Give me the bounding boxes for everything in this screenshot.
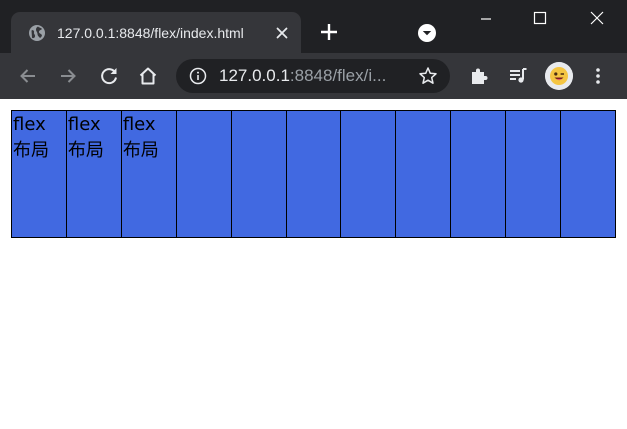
reload-icon[interactable] bbox=[97, 64, 121, 88]
back-arrow-icon[interactable] bbox=[16, 64, 40, 88]
box-text-line: 布局 bbox=[67, 140, 104, 161]
box-text-line: flex bbox=[13, 114, 46, 135]
tab-search-icon[interactable] bbox=[417, 23, 437, 43]
address-bar[interactable]: 127.0.0.1:8848/flex/i... bbox=[176, 59, 450, 93]
tab-title: 127.0.0.1:8848/flex/index.html bbox=[57, 25, 244, 41]
profile-avatar[interactable] bbox=[545, 62, 573, 90]
box-text-line: flex bbox=[122, 114, 156, 135]
browser-tab[interactable]: 127.0.0.1:8848/flex/index.html bbox=[11, 12, 301, 53]
flex-box bbox=[175, 110, 232, 238]
media-queue-icon[interactable] bbox=[506, 64, 530, 88]
flex-box: flex 布局 bbox=[65, 110, 122, 238]
url-text[interactable]: 127.0.0.1:8848/flex/i... bbox=[219, 65, 409, 87]
flex-box bbox=[450, 110, 507, 238]
new-tab-icon[interactable] bbox=[319, 22, 339, 42]
flex-box bbox=[230, 110, 287, 238]
flex-box bbox=[285, 110, 342, 238]
flex-box bbox=[560, 110, 616, 238]
forward-arrow-icon[interactable] bbox=[56, 64, 80, 88]
flex-box bbox=[395, 110, 452, 238]
extensions-puzzle-icon[interactable] bbox=[467, 64, 491, 88]
browser-toolbar: 127.0.0.1:8848/flex/i... bbox=[0, 53, 627, 99]
flex-box bbox=[505, 110, 562, 238]
flex-container: flex 布局 flex 布局 flex 布局 bbox=[11, 110, 616, 238]
bookmark-star-icon[interactable] bbox=[418, 66, 438, 86]
more-menu-icon[interactable] bbox=[586, 64, 610, 88]
flex-box bbox=[340, 110, 397, 238]
url-host: 127.0.0.1 bbox=[219, 66, 290, 85]
site-info-icon[interactable] bbox=[189, 67, 207, 85]
flex-box: flex 布局 bbox=[120, 110, 177, 238]
close-tab-icon[interactable] bbox=[273, 24, 291, 42]
window-close-icon[interactable] bbox=[587, 8, 607, 28]
home-icon[interactable] bbox=[136, 64, 160, 88]
minimize-icon[interactable] bbox=[476, 8, 496, 28]
url-path: :8848/flex/i... bbox=[289, 66, 387, 85]
maximize-icon[interactable] bbox=[530, 8, 550, 28]
globe-icon bbox=[29, 25, 45, 41]
page-content: flex 布局 flex 布局 flex 布局 bbox=[0, 99, 627, 429]
box-text-line: 布局 bbox=[13, 140, 49, 161]
tab-strip: 127.0.0.1:8848/flex/index.html bbox=[0, 0, 627, 53]
box-text-line: 布局 bbox=[122, 140, 159, 161]
box-text-line: flex bbox=[67, 114, 101, 135]
flex-box: flex 布局 bbox=[11, 110, 67, 238]
